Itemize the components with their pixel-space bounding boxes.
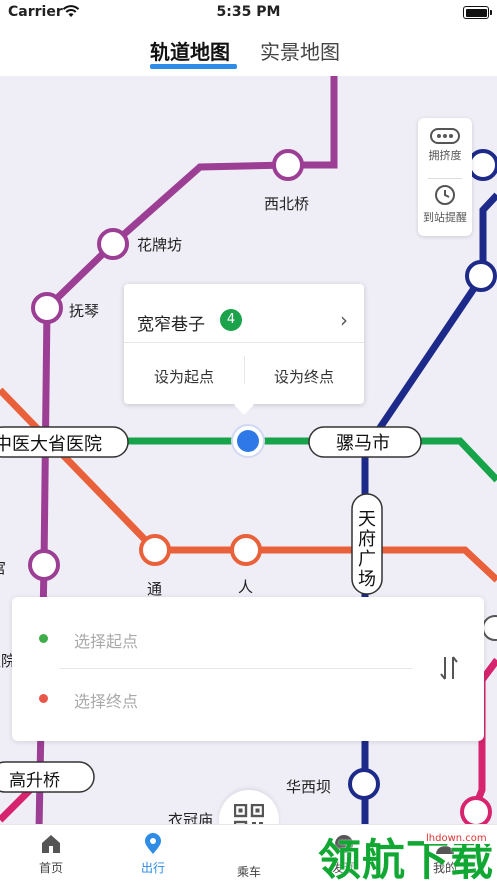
station-huaxiba-dot — [348, 768, 380, 800]
label-ren[interactable]: 人 — [238, 576, 253, 597]
label-xibeiqiao[interactable]: 西北桥 — [264, 193, 309, 214]
station-fuqin-dot — [31, 292, 63, 324]
tab-street-map[interactable]: 实景地图 — [260, 36, 340, 65]
crowd-label: 拥挤度 — [428, 149, 462, 162]
end-input[interactable]: 选择终点 — [74, 688, 138, 712]
popup-divider — [124, 342, 364, 343]
end-dot-icon — [39, 694, 48, 703]
line-badge: 4 — [220, 309, 242, 331]
station-l1-top-dot — [467, 149, 497, 181]
set-start-button[interactable]: 设为起点 — [124, 366, 244, 387]
label-yiguanmiao[interactable]: 衣冠庙 — [168, 809, 213, 824]
battery-icon — [463, 6, 492, 19]
nav-ride[interactable]: 乘车 — [219, 863, 279, 880]
label-zhongyi[interactable]: 中医大省医院 — [0, 430, 102, 456]
alarm-label: 到站提醒 — [423, 211, 467, 224]
station-l3-dot — [460, 796, 492, 824]
chevron-right-icon[interactable]: › — [340, 308, 348, 332]
location-pin-icon — [145, 833, 161, 854]
clock-icon — [435, 185, 455, 205]
station-gong-dot — [28, 549, 60, 581]
label-luomashi[interactable]: 骡马市 — [336, 429, 390, 455]
swap-icon[interactable] — [438, 655, 460, 681]
station-xibeiqiao-dot — [272, 149, 304, 181]
crowd-level-button[interactable]: 拥挤度 — [418, 128, 472, 163]
watermark-url: lhdown.com — [424, 833, 489, 844]
popup-station-name[interactable]: 宽窄巷子 — [137, 310, 205, 335]
station-ren-dot — [230, 534, 262, 566]
label-huaxiba[interactable]: 华西坝 — [286, 776, 331, 797]
label-tianfu[interactable]: 天府广场 — [358, 510, 376, 590]
crowd-icon — [430, 128, 460, 144]
home-icon — [42, 835, 60, 853]
station-tong-dot — [139, 534, 171, 566]
map-side-tools: 拥挤度 到站提醒 — [418, 118, 472, 236]
nav-home[interactable]: 首页 — [21, 833, 81, 876]
tab-underline — [150, 64, 237, 69]
status-time: 5:35 PM — [216, 4, 281, 20]
route-divider — [60, 668, 412, 669]
station-popup: 宽窄巷子 4 › 设为起点 设为终点 — [124, 284, 364, 415]
nav-home-label: 首页 — [38, 861, 63, 875]
selected-station-dot — [237, 430, 259, 452]
route-panel: 选择起点 选择终点 — [12, 597, 484, 741]
start-dot-icon — [39, 634, 48, 643]
map-tabs: 轨道地图 实景地图 — [0, 26, 497, 76]
watermark: 领航下载 lhdown.com — [318, 823, 497, 886]
label-fuqin[interactable]: 抚琴 — [69, 300, 99, 321]
station-l1-mid-dot — [465, 260, 497, 292]
start-input[interactable]: 选择起点 — [74, 628, 138, 652]
nav-travel[interactable]: 出行 — [123, 833, 183, 876]
station-huapaifang-dot — [97, 228, 129, 260]
label-gaoshengqiao[interactable]: 高升桥 — [9, 766, 60, 791]
label-tong[interactable]: 通 — [147, 578, 162, 599]
arrival-alarm-button[interactable]: 到站提醒 — [418, 184, 472, 225]
status-bar: Carrier 5:35 PM — [0, 0, 497, 26]
label-gong[interactable]: 宫 — [0, 557, 6, 578]
nav-ride-label: 乘车 — [236, 865, 261, 879]
set-end-button[interactable]: 设为终点 — [244, 366, 364, 387]
label-huapaifang[interactable]: 花牌坊 — [137, 234, 182, 255]
nav-travel-label: 出行 — [140, 861, 165, 875]
station-l3-edge-dot — [482, 615, 497, 641]
tab-rail-map[interactable]: 轨道地图 — [150, 36, 230, 65]
side-tools-divider — [428, 178, 462, 179]
